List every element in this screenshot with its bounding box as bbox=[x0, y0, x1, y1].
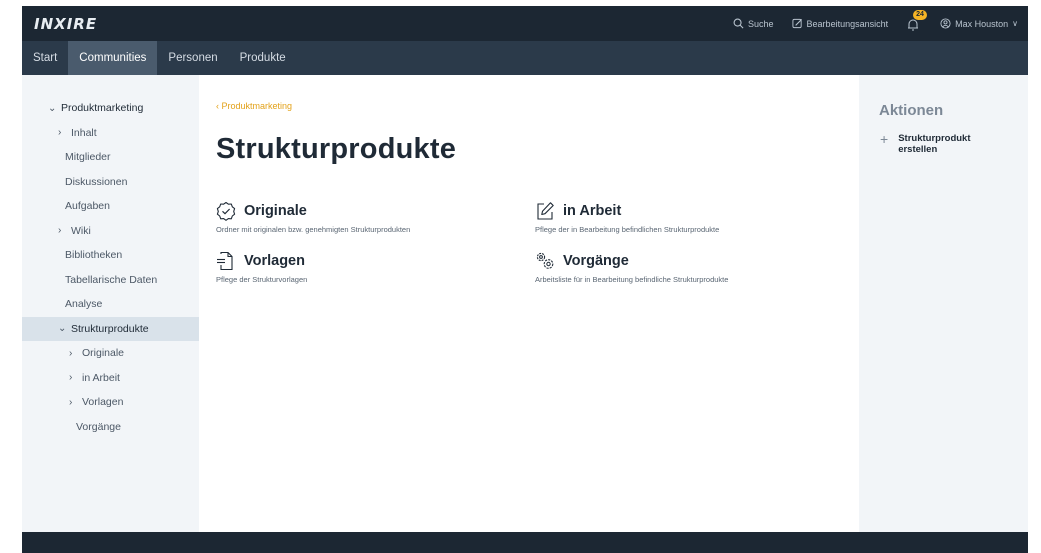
sidebar-item-label: Mitglieder bbox=[65, 151, 111, 164]
sidebar-item-label: Originale bbox=[82, 347, 125, 360]
sidebar-item-originale[interactable]: › Originale bbox=[22, 341, 199, 366]
nav-item-produkte[interactable]: Produkte bbox=[229, 41, 297, 75]
action-label-line2: erstellen bbox=[898, 144, 938, 155]
sidebar-item-label: Vorlagen bbox=[82, 396, 124, 409]
search-icon bbox=[733, 18, 744, 29]
edit-view-button[interactable]: Bearbeitungsansicht bbox=[792, 18, 889, 29]
sidebar-item-tabellarische-daten[interactable]: Tabellarische Daten bbox=[22, 268, 199, 293]
sidebar: ⌄ Produktmarketing › Inhalt Mitglieder D… bbox=[22, 75, 199, 532]
sidebar-item-analyse[interactable]: Analyse bbox=[22, 292, 199, 317]
sidebar-item-label: in Arbeit bbox=[82, 371, 120, 384]
edit-view-label: Bearbeitungsansicht bbox=[806, 18, 889, 29]
notification-badge: 24 bbox=[913, 9, 927, 20]
top-bar: INXIRE Suche Bearbeitungsansicht 24 Max … bbox=[22, 6, 1028, 41]
chevron-right-icon[interactable]: › bbox=[58, 225, 68, 236]
card-description: Ordner mit originalen bzw. genehmigten S… bbox=[216, 225, 411, 234]
template-icon bbox=[217, 251, 233, 271]
sidebar-item-inhalt[interactable]: › Inhalt bbox=[22, 121, 199, 146]
nav-item-communities[interactable]: Communities bbox=[68, 41, 158, 75]
action-label-line1: Strukturprodukt bbox=[898, 133, 971, 144]
card-title: Originale bbox=[244, 203, 307, 219]
create-strukturprodukt-button[interactable]: + Strukturprodukt erstellen bbox=[880, 131, 971, 155]
card-title: Vorgänge bbox=[563, 253, 629, 269]
actions-title: Aktionen bbox=[879, 102, 944, 119]
edit-icon bbox=[537, 202, 554, 220]
chevron-down-icon[interactable]: ⌄ bbox=[58, 323, 68, 334]
bell-icon bbox=[908, 19, 919, 30]
sidebar-item-wiki[interactable]: › Wiki bbox=[22, 219, 199, 244]
footer-bar bbox=[22, 532, 1028, 553]
sidebar-item-in-arbeit[interactable]: › in Arbeit bbox=[22, 366, 199, 391]
card-title: Vorlagen bbox=[244, 253, 305, 269]
top-actions: Suche Bearbeitungsansicht 24 Max Houston… bbox=[733, 6, 1018, 41]
sidebar-item-label: Diskussionen bbox=[65, 175, 128, 188]
page-title: Strukturprodukte bbox=[216, 133, 457, 165]
chevron-right-icon[interactable]: › bbox=[58, 127, 68, 138]
chevron-down-icon[interactable]: ⌄ bbox=[48, 103, 58, 114]
nav-item-start[interactable]: Start bbox=[22, 41, 68, 75]
app-logo[interactable]: INXIRE bbox=[34, 15, 97, 33]
chevron-right-icon[interactable]: › bbox=[69, 348, 79, 359]
main-content: ‹ Produktmarketing Strukturprodukte Orig… bbox=[199, 75, 859, 532]
card-description: Pflege der in Bearbeitung befindlichen S… bbox=[535, 225, 720, 234]
app-frame: INXIRE Suche Bearbeitungsansicht 24 Max … bbox=[22, 6, 1028, 553]
sidebar-item-label: Strukturprodukte bbox=[71, 322, 149, 335]
user-name: Max Houston bbox=[955, 18, 1009, 29]
nav-item-personen[interactable]: Personen bbox=[157, 41, 228, 75]
card-vorlagen[interactable]: Vorlagen Pflege der Strukturvorlagen bbox=[216, 251, 307, 284]
sidebar-item-label: Aufgaben bbox=[65, 200, 110, 213]
sidebar-item-mitglieder[interactable]: Mitglieder bbox=[22, 145, 199, 170]
chevron-right-icon[interactable]: › bbox=[69, 397, 79, 408]
sidebar-item-label: Wiki bbox=[71, 224, 91, 237]
sidebar-item-bibliotheken[interactable]: Bibliotheken bbox=[22, 243, 199, 268]
user-menu[interactable]: Max Houston ∨ bbox=[940, 18, 1018, 29]
edit-square-icon bbox=[792, 18, 802, 29]
notifications-button[interactable]: 24 bbox=[906, 9, 927, 32]
card-vorgaenge[interactable]: Vorgänge Arbeitsliste für in Bearbeitung… bbox=[535, 251, 728, 284]
sidebar-item-label: Analyse bbox=[65, 298, 103, 311]
user-avatar-icon bbox=[940, 18, 951, 29]
card-title: in Arbeit bbox=[563, 203, 622, 219]
sidebar-item-produktmarketing[interactable]: ⌄ Produktmarketing bbox=[22, 96, 199, 121]
sidebar-item-label: Tabellarische Daten bbox=[65, 273, 158, 286]
sidebar-item-label: Produktmarketing bbox=[61, 102, 144, 115]
sidebar-item-strukturprodukte[interactable]: ⌄ Strukturprodukte bbox=[22, 316, 199, 341]
sidebar-item-label: Bibliotheken bbox=[65, 249, 123, 262]
sidebar-item-diskussionen[interactable]: Diskussionen bbox=[22, 170, 199, 195]
chevron-right-icon[interactable]: › bbox=[69, 372, 79, 383]
card-in-arbeit[interactable]: in Arbeit Pflege der in Bearbeitung befi… bbox=[535, 201, 719, 234]
card-description: Pflege der Strukturvorlagen bbox=[216, 275, 308, 284]
sidebar-item-vorlagen[interactable]: › Vorlagen bbox=[22, 390, 199, 415]
chevron-down-icon: ∨ bbox=[1012, 19, 1018, 28]
sidebar-item-aufgaben[interactable]: Aufgaben bbox=[22, 194, 199, 219]
gears-icon bbox=[536, 252, 554, 269]
main-nav: Start Communities Personen Produkte bbox=[22, 41, 1028, 75]
sidebar-item-label: Vorgänge bbox=[76, 420, 121, 433]
breadcrumb[interactable]: ‹ Produktmarketing bbox=[216, 101, 292, 111]
card-originale[interactable]: Originale Ordner mit originalen bzw. gen… bbox=[216, 201, 410, 234]
sidebar-item-label: Inhalt bbox=[71, 126, 97, 139]
sidebar-item-vorgaenge[interactable]: Vorgänge bbox=[22, 415, 199, 440]
card-description: Arbeitsliste für in Bearbeitung befindli… bbox=[535, 275, 729, 284]
search-label: Suche bbox=[748, 18, 774, 29]
search-button[interactable]: Suche bbox=[733, 18, 774, 29]
plus-icon: + bbox=[880, 131, 889, 147]
check-badge-icon bbox=[216, 201, 236, 221]
actions-panel: Aktionen + Strukturprodukt erstellen bbox=[859, 75, 1028, 532]
